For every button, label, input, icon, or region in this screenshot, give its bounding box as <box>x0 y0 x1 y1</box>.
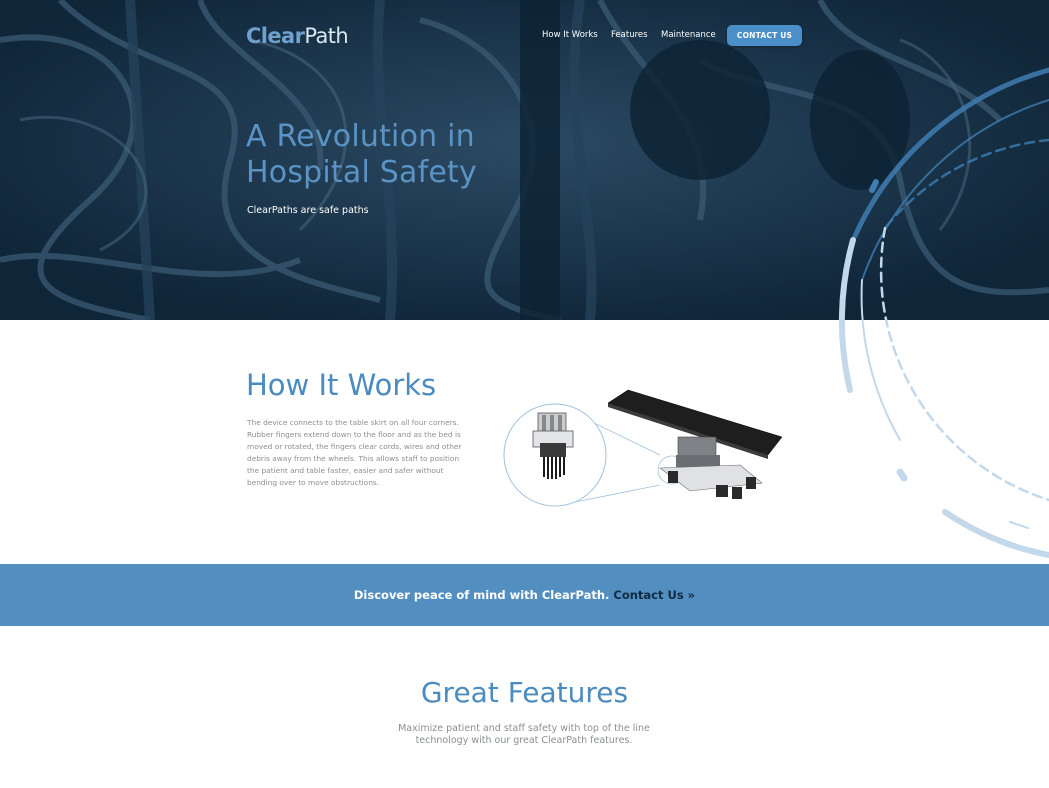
nav-item-features[interactable]: Features <box>611 29 648 41</box>
hero-section: ClearPath How It Works Features Maintena… <box>0 0 1049 320</box>
great-features-description: Maximize patient and staff safety with t… <box>398 723 650 746</box>
how-it-works-description: The device connects to the table skirt o… <box>247 418 462 487</box>
hero-title-line-2: Hospital Safety <box>246 155 477 190</box>
hero-title: A Revolution in Hospital Safety <box>246 119 646 191</box>
hero-subtitle: ClearPaths are safe paths <box>247 205 369 216</box>
page: ClearPath How It Works Features Maintena… <box>0 0 1049 788</box>
cta-banner: Discover peace of mind with ClearPath. C… <box>0 564 1049 626</box>
cta-banner-text: Discover peace of mind with ClearPath. <box>353 588 610 602</box>
cta-banner-contact-link[interactable]: Contact Us » <box>613 588 695 602</box>
hero-title-line-1: A Revolution in <box>246 119 475 154</box>
nav-item-how-it-works[interactable]: How It Works <box>542 29 598 41</box>
device-illustration <box>503 389 783 507</box>
how-it-works-title: How It Works <box>246 368 437 402</box>
contact-us-button[interactable]: CONTACT US <box>727 25 802 46</box>
main-nav: How It Works Features Maintenance <box>0 25 1049 47</box>
nav-item-maintenance[interactable]: Maintenance <box>661 29 716 41</box>
great-features-title: Great Features <box>420 676 629 709</box>
